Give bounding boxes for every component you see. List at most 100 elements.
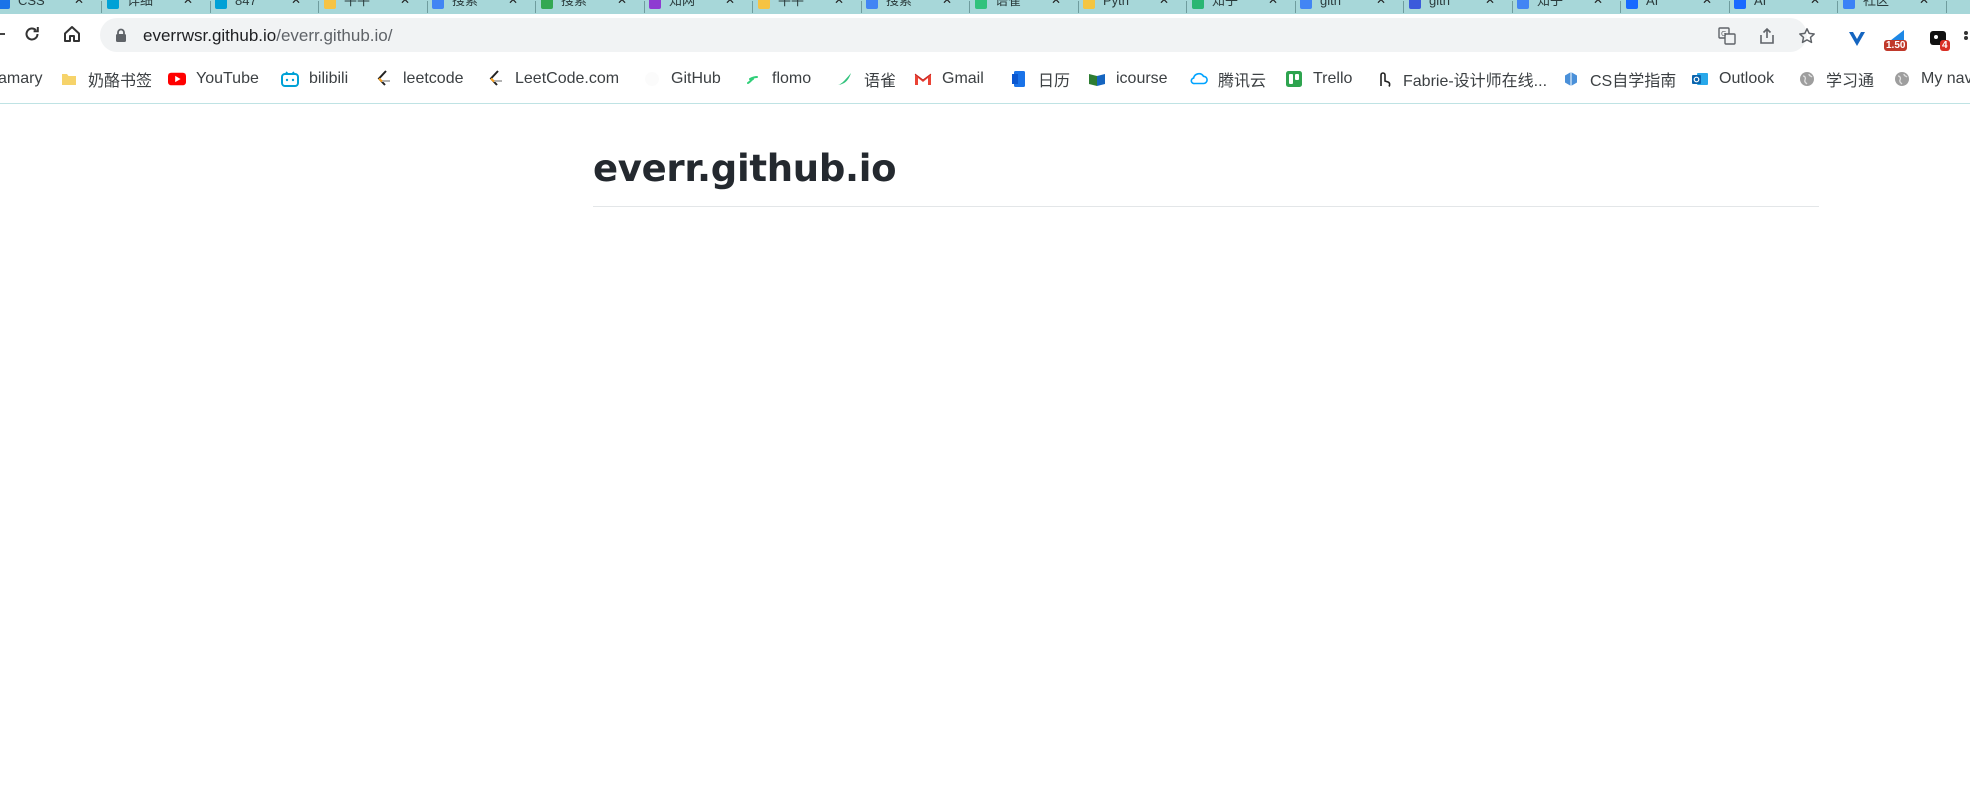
tab-close-icon[interactable]: ✕: [942, 0, 952, 6]
youtube-icon: [168, 70, 186, 88]
speed-badge: 1.50: [1884, 40, 1908, 51]
tab-close-icon[interactable]: ✕: [291, 0, 301, 6]
reload-button[interactable]: [18, 20, 46, 48]
bookmark-label: Outlook: [1719, 70, 1775, 87]
browser-tab[interactable]: 搜索 ✕: [428, 0, 536, 14]
extension-speed-icon[interactable]: 1.50: [1884, 28, 1908, 52]
tab-close-icon[interactable]: ✕: [1810, 0, 1820, 6]
tab-label: 847: [235, 0, 257, 8]
browser-tab[interactable]: 搜索 ✕: [862, 0, 970, 14]
bookmark-item[interactable]: GitHub: [643, 69, 721, 89]
extension-app-icon[interactable]: 4: [1928, 28, 1952, 52]
bookmark-item[interactable]: 日历: [1010, 69, 1070, 90]
browser-tab[interactable]: 知乎 ✕: [1188, 0, 1296, 14]
tab-close-icon[interactable]: ✕: [183, 0, 193, 6]
cube-icon: [1562, 70, 1580, 88]
tab-close-icon[interactable]: ✕: [1593, 0, 1603, 6]
bookmark-item[interactable]: leetcode: [375, 69, 464, 89]
tab-close-icon[interactable]: ✕: [1485, 0, 1495, 6]
bookmark-item[interactable]: icourse: [1088, 69, 1168, 89]
browser-tab[interactable]: 详细 ✕: [103, 0, 211, 14]
bookmark-item[interactable]: YouTube: [168, 69, 259, 89]
tab-favicon-icon: [649, 0, 661, 9]
share-icon[interactable]: [1757, 26, 1777, 46]
browser-tab[interactable]: 847 ✕: [211, 0, 319, 14]
browser-tab[interactable]: gith ✕: [1405, 0, 1513, 14]
reload-icon: [25, 27, 39, 41]
tab-favicon-icon: [324, 0, 336, 9]
globe-icon: [1893, 70, 1911, 88]
tab-label: 知乎: [1212, 0, 1239, 8]
browser-tab[interactable]: AI ✕: [1622, 0, 1730, 14]
bookmark-item[interactable]: 奶酪书签: [60, 69, 152, 90]
tab-separator: [101, 1, 102, 13]
extension-v-icon[interactable]: [1846, 28, 1870, 52]
tab-close-icon[interactable]: ✕: [1702, 0, 1712, 6]
tab-close-icon[interactable]: ✕: [400, 0, 410, 6]
tab-separator: [1186, 1, 1187, 13]
bookmark-label: amary: [0, 70, 43, 87]
browser-tab[interactable]: 牛牛 ✕: [754, 0, 862, 14]
bookmark-label: My nav: [1921, 70, 1970, 87]
tab-favicon-icon: [758, 0, 770, 9]
tab-label: AI: [1754, 0, 1767, 8]
bookmark-item[interactable]: 语雀: [836, 69, 896, 90]
yuque-icon: [836, 70, 854, 88]
bookmark-item[interactable]: 学习通: [1798, 69, 1874, 90]
bookmark-label: Trello: [1313, 70, 1353, 87]
tab-close-icon[interactable]: ✕: [508, 0, 518, 6]
fabrie-icon: [1375, 70, 1393, 88]
gmail-icon: [914, 70, 932, 88]
tab-label: gith: [1429, 0, 1450, 8]
bookmark-item[interactable]: CS自学指南: [1562, 69, 1676, 90]
bookmark-item[interactable]: Gmail: [914, 69, 984, 89]
bookmark-item[interactable]: amary: [0, 69, 42, 89]
url-path: /everr.github.io/: [276, 26, 393, 45]
bookmark-item[interactable]: Fabrie-设计师在线...: [1375, 69, 1548, 90]
back-button[interactable]: [0, 20, 14, 48]
url-text[interactable]: everrwsr.github.io/everr.github.io/: [143, 26, 392, 46]
tab-favicon-icon: [1843, 0, 1855, 9]
bookmark-label: Fabrie-设计师在线...: [1403, 73, 1548, 90]
bookmark-item[interactable]: flomo: [744, 69, 811, 89]
tab-close-icon[interactable]: ✕: [1268, 0, 1278, 6]
bookmark-star-icon[interactable]: [1797, 26, 1817, 46]
bookmark-item[interactable]: 腾讯云: [1190, 69, 1266, 90]
browser-tab[interactable]: AI ✕: [1730, 0, 1838, 14]
tab-label: CSS: [18, 0, 45, 8]
bookmark-item[interactable]: LeetCode.com: [487, 69, 619, 89]
tab-label: Pyth: [1103, 0, 1130, 8]
tab-close-icon[interactable]: ✕: [74, 0, 84, 6]
address-bar[interactable]: everrwsr.github.io/everr.github.io/ G: [100, 18, 1815, 52]
bookmark-item[interactable]: My nav: [1893, 69, 1970, 89]
tab-close-icon[interactable]: ✕: [1376, 0, 1386, 6]
lock-icon[interactable]: [115, 28, 127, 47]
browser-tab[interactable]: CSS ✕: [0, 0, 102, 14]
tab-label: 搜索: [452, 0, 479, 8]
bookmark-item[interactable]: Trello: [1285, 69, 1352, 89]
browser-tab[interactable]: 搜索 ✕: [537, 0, 645, 14]
browser-tab[interactable]: gith ✕: [1296, 0, 1404, 14]
tab-close-icon[interactable]: ✕: [725, 0, 735, 6]
tab-close-icon[interactable]: ✕: [1051, 0, 1061, 6]
tab-close-icon[interactable]: ✕: [1919, 0, 1929, 6]
tab-close-icon[interactable]: ✕: [1159, 0, 1169, 6]
tab-close-icon[interactable]: ✕: [834, 0, 844, 6]
tab-close-icon[interactable]: ✕: [617, 0, 627, 6]
tab-label: 牛牛: [344, 0, 371, 8]
browser-tab[interactable]: 牛牛 ✕: [320, 0, 428, 14]
browser-tab[interactable]: 知网 ✕: [645, 0, 753, 14]
browser-tab[interactable]: 知乎 ✕: [1513, 0, 1621, 14]
page-title: everr.github.io: [593, 147, 897, 190]
tab-favicon-icon: [1083, 0, 1095, 9]
home-button[interactable]: [58, 20, 86, 48]
translate-icon[interactable]: G: [1717, 26, 1737, 46]
bookmark-item[interactable]: Outlook: [1691, 69, 1774, 89]
extensions-puzzle-icon[interactable]: [1962, 28, 1970, 52]
bookmark-item[interactable]: bilibili: [281, 69, 348, 89]
browser-tab[interactable]: Pyth ✕: [1079, 0, 1187, 14]
browser-tab[interactable]: 语雀 ✕: [971, 0, 1079, 14]
browser-tab[interactable]: 社区 ✕: [1839, 0, 1947, 14]
tab-separator: [969, 1, 970, 13]
tab-separator: [1946, 1, 1947, 13]
